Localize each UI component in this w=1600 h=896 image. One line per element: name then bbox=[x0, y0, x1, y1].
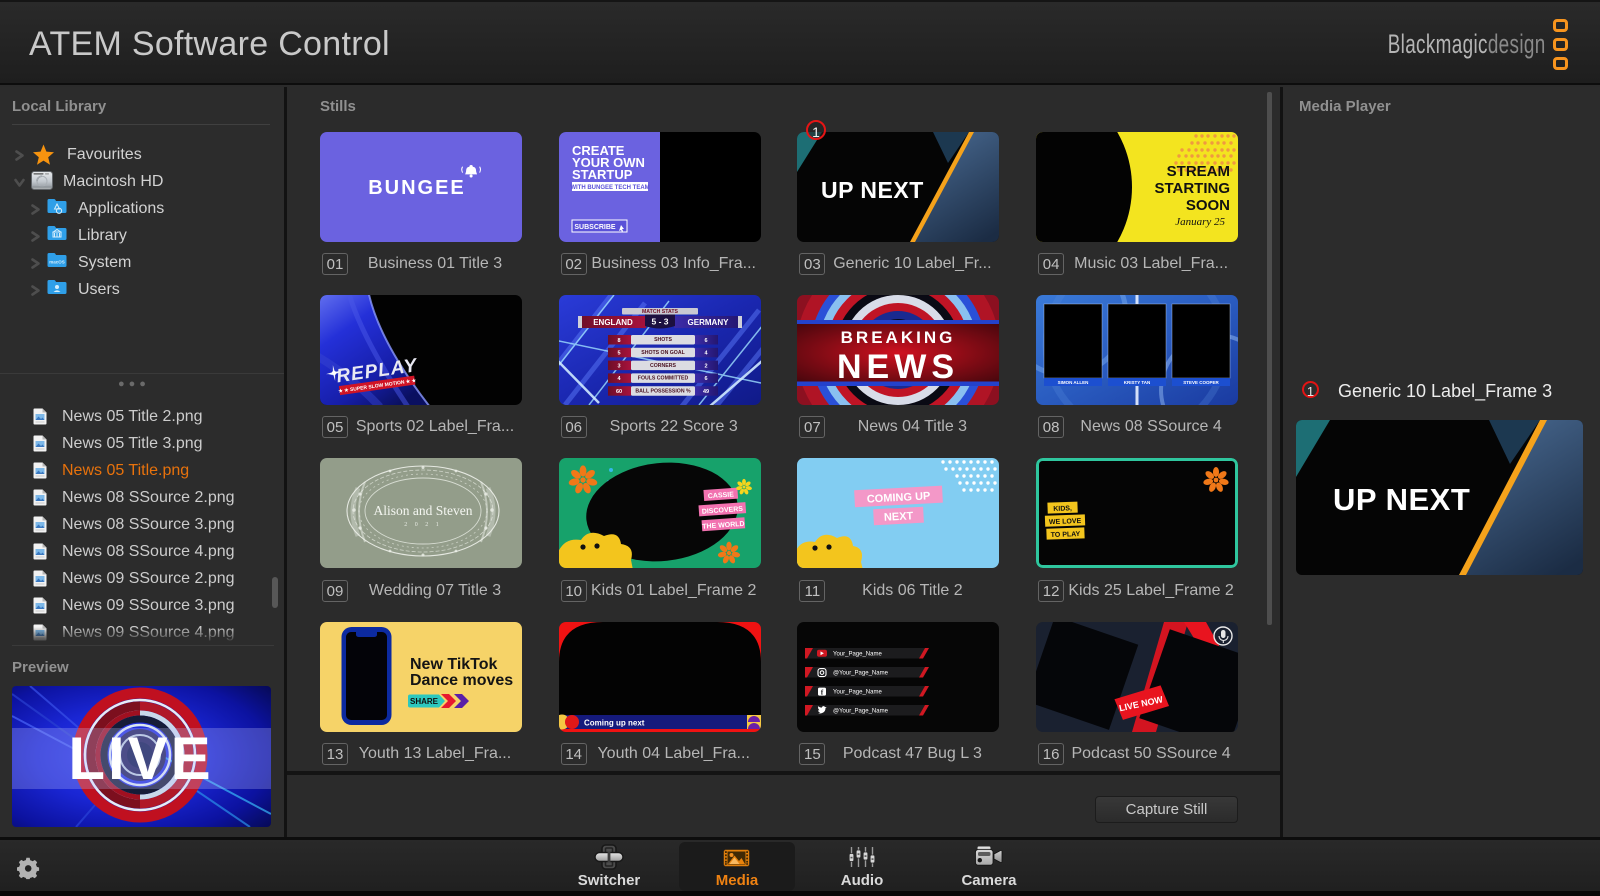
svg-text:NEWS: NEWS bbox=[837, 348, 959, 386]
svg-text:2: 2 bbox=[704, 363, 707, 369]
svg-text:6: 6 bbox=[704, 338, 707, 344]
svg-text:GERMANY: GERMANY bbox=[687, 318, 729, 327]
svg-text:60: 60 bbox=[616, 389, 622, 395]
svg-text:TO PLAY: TO PLAY bbox=[1051, 531, 1081, 539]
svg-text:KRISTY TAN: KRISTY TAN bbox=[1124, 380, 1151, 385]
svg-text:Your_Page_Name: Your_Page_Name bbox=[833, 651, 882, 657]
svg-text:BALL POSSESSION %: BALL POSSESSION % bbox=[635, 388, 691, 394]
svg-text:SHOTS: SHOTS bbox=[654, 337, 672, 343]
svg-text:STEVE COOPER: STEVE COOPER bbox=[1183, 380, 1219, 385]
svg-text:CORNERS: CORNERS bbox=[650, 363, 676, 369]
svg-text:STARTING: STARTING bbox=[1155, 180, 1231, 197]
svg-text:BREAKING: BREAKING bbox=[841, 328, 956, 347]
svg-text:MATCH STATS: MATCH STATS bbox=[642, 309, 679, 315]
svg-text:BUNGEE: BUNGEE bbox=[368, 177, 466, 199]
svg-text:@Your_Page_Name: @Your_Page_Name bbox=[833, 708, 889, 714]
svg-text:FOULS COMMITTED: FOULS COMMITTED bbox=[637, 375, 688, 381]
svg-text:UP NEXT: UP NEXT bbox=[1333, 482, 1470, 517]
svg-text:WE LOVE: WE LOVE bbox=[1049, 518, 1082, 526]
svg-text:Coming up next: Coming up next bbox=[584, 718, 645, 727]
svg-text:Dance moves: Dance moves bbox=[410, 672, 513, 689]
svg-text:SHARE: SHARE bbox=[410, 697, 439, 706]
svg-text:2 0 2 1: 2 0 2 1 bbox=[404, 522, 442, 528]
svg-text:SOON: SOON bbox=[1186, 197, 1230, 214]
svg-text:Alison and Steven: Alison and Steven bbox=[374, 503, 473, 518]
svg-text:5 - 3: 5 - 3 bbox=[651, 316, 668, 326]
svg-text:UP NEXT: UP NEXT bbox=[821, 177, 924, 203]
svg-text:New TikTok: New TikTok bbox=[410, 656, 498, 673]
svg-text:KIDS,: KIDS, bbox=[1053, 506, 1072, 514]
svg-text:SHOTS ON GOAL: SHOTS ON GOAL bbox=[641, 350, 685, 356]
svg-text:STARTUP: STARTUP bbox=[572, 167, 633, 182]
svg-text:49: 49 bbox=[703, 389, 709, 395]
svg-text:macOS: macOS bbox=[49, 260, 65, 265]
svg-text:SIMON ALLEN: SIMON ALLEN bbox=[1058, 380, 1089, 385]
svg-text:5: 5 bbox=[617, 350, 620, 356]
svg-text:8: 8 bbox=[617, 338, 620, 344]
svg-text:WITH BUNGEE TECH TEAM: WITH BUNGEE TECH TEAM bbox=[570, 185, 649, 191]
svg-text:January 25: January 25 bbox=[1175, 216, 1225, 228]
svg-text:ENGLAND: ENGLAND bbox=[593, 318, 633, 327]
svg-text:STREAM: STREAM bbox=[1167, 163, 1230, 180]
svg-text:3: 3 bbox=[617, 363, 620, 369]
svg-text:Your_Page_Name: Your_Page_Name bbox=[833, 689, 882, 695]
svg-text:SUBSCRIBE: SUBSCRIBE bbox=[574, 224, 616, 231]
svg-text:6: 6 bbox=[704, 376, 707, 382]
svg-text:LIVE: LIVE bbox=[68, 725, 213, 792]
svg-text:NEXT: NEXT bbox=[884, 511, 914, 525]
svg-text:@Your_Page_Name: @Your_Page_Name bbox=[833, 670, 889, 676]
